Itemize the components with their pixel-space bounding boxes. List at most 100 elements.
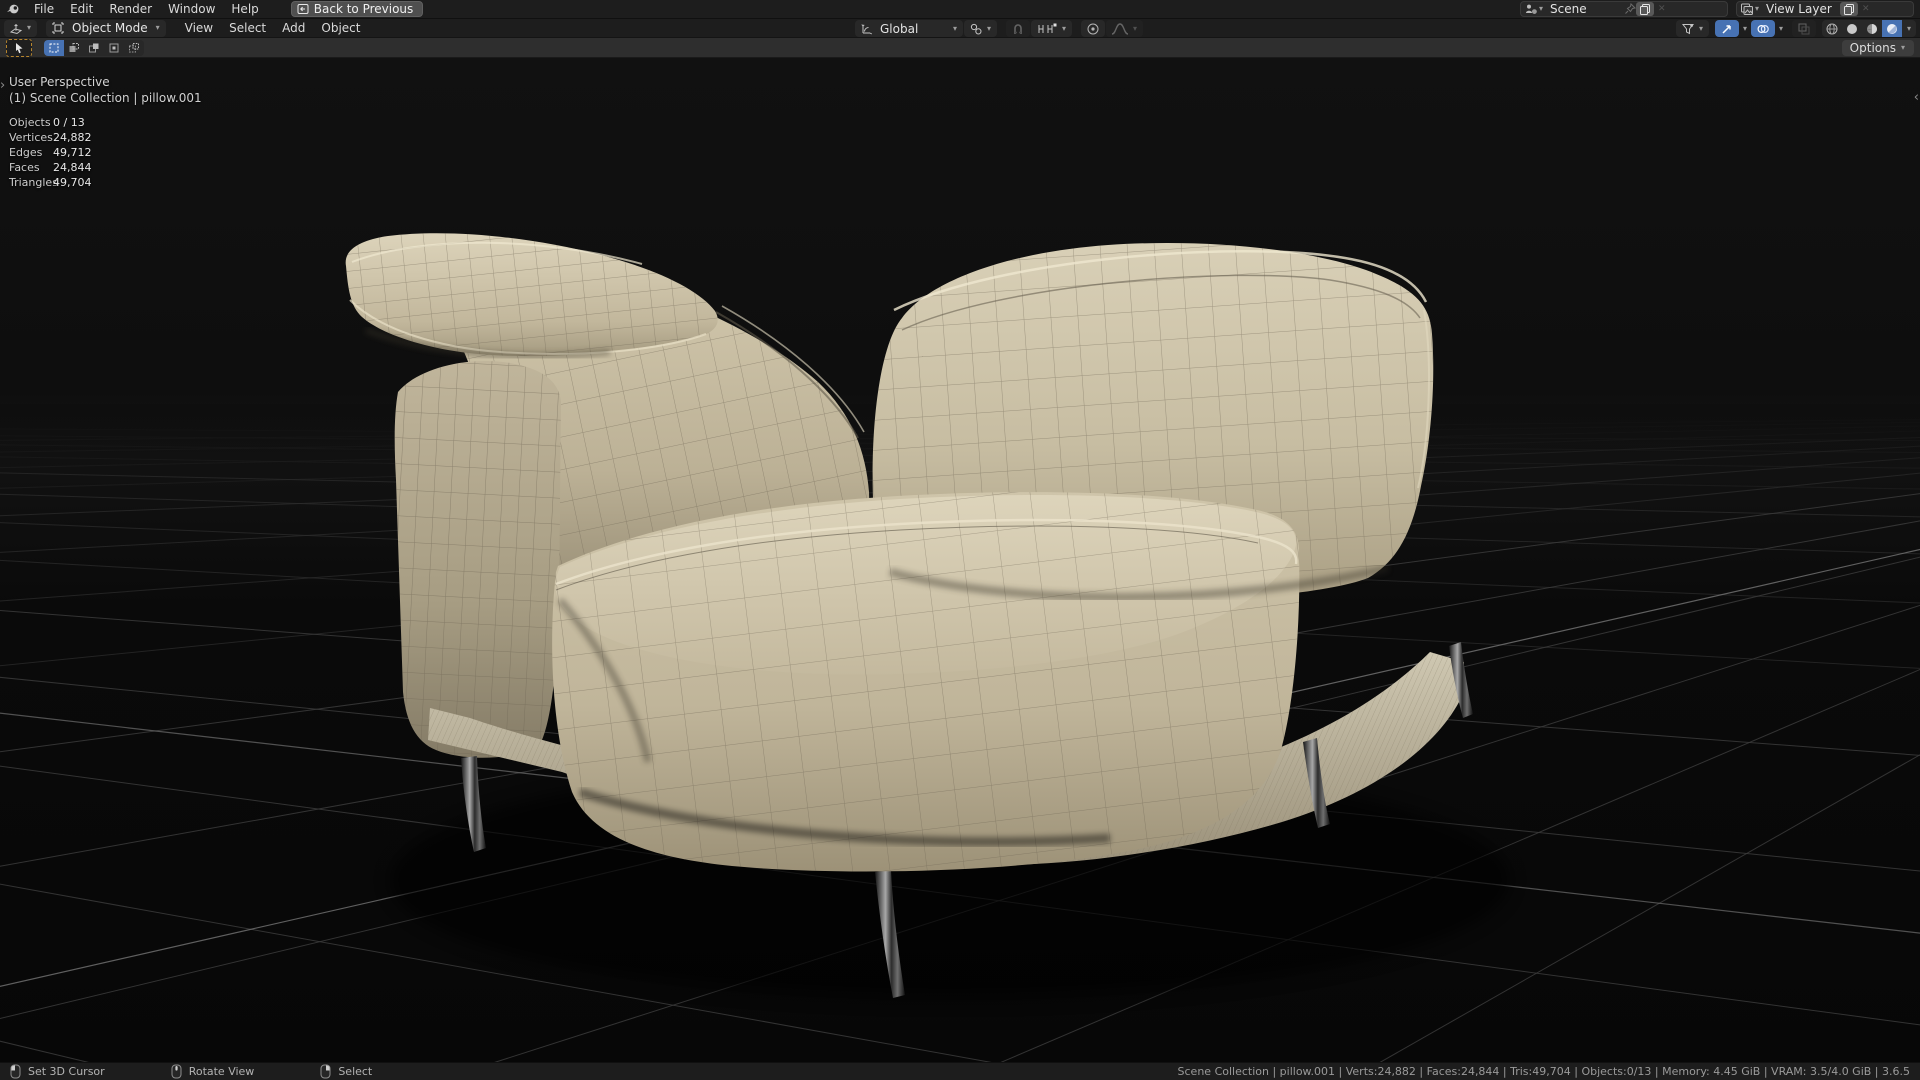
select-extend-button[interactable] (64, 40, 84, 56)
shading-mode-group: ▾ (1822, 20, 1916, 37)
chevron-down-icon: ▾ (27, 23, 32, 32)
select-new-icon (49, 43, 59, 52)
select-intersect-button[interactable] (124, 40, 144, 56)
active-object-label: (1) Scene Collection | pillow.001 (9, 91, 202, 105)
stat-label: Objects (9, 116, 51, 129)
back-to-previous-button[interactable]: Back to Previous (290, 1, 424, 17)
falloff-curve-icon (1111, 22, 1129, 35)
new-view-layer-button[interactable] (1840, 2, 1859, 16)
scene-name: Scene (1550, 2, 1587, 16)
cursor-icon (16, 42, 23, 53)
transform-snap-cluster: Global ▾ ▾ ▾ ▾ (855, 20, 1144, 37)
back-button-label: Back to Previous (313, 2, 414, 16)
select-extend-icon (69, 42, 79, 52)
gizmo-arrow-icon (1722, 24, 1731, 34)
active-tool-tweak-button[interactable] (6, 38, 32, 57)
shading-rendered-button[interactable] (1882, 20, 1902, 37)
shading-material-button[interactable] (1862, 20, 1882, 37)
show-gizmo-toggle[interactable] (1714, 20, 1739, 37)
menu-view[interactable]: View (177, 20, 221, 36)
viewport-text-overlay: User Perspective (1) Scene Collection | … (9, 75, 202, 190)
stat-value: 49,712 (53, 146, 92, 159)
snap-increment-icon (1038, 23, 1057, 33)
menu-window[interactable]: Window (160, 1, 223, 17)
stat-label: Triangles (9, 176, 58, 189)
remove-view-layer-icon[interactable]: ✕ (1858, 4, 1874, 14)
pivot-point-selector[interactable]: ▾ (964, 20, 998, 37)
shading-solid-button[interactable] (1842, 20, 1862, 37)
visibility-funnel-icon (1681, 23, 1694, 34)
menu-render[interactable]: Render (101, 1, 160, 17)
object-mode-icon (52, 22, 64, 34)
select-set-button[interactable] (44, 39, 64, 56)
mmb-icon (171, 1064, 182, 1079)
snap-target-selector[interactable]: ▾ (1031, 20, 1073, 37)
xray-toggle[interactable] (1792, 20, 1816, 37)
transform-orientation-selector[interactable]: Global ▾ (855, 20, 963, 37)
viewport-scene (0, 58, 1920, 1062)
orientation-value: Global (880, 21, 919, 36)
unlink-scene-icon[interactable]: ✕ (1654, 4, 1670, 14)
menu-help[interactable]: Help (223, 1, 266, 17)
view-layer-name: View Layer (1766, 2, 1832, 16)
mode-selector[interactable]: Object Mode ▾ (46, 19, 166, 37)
chevron-down-icon: ▾ (987, 23, 992, 33)
toolbar-expand-arrow[interactable]: › (0, 78, 5, 93)
proportional-editing-toggle[interactable] (1081, 20, 1106, 37)
wireframe-sphere-icon (1826, 23, 1838, 34)
chevron-down-icon: ▾ (155, 23, 160, 32)
new-scene-button[interactable] (1636, 2, 1655, 16)
scene-selector[interactable]: ▾ Scene ✕ (1520, 1, 1728, 17)
stat-label: Edges (9, 146, 43, 159)
menu-file[interactable]: File (26, 1, 62, 17)
select-subtract-icon (89, 43, 99, 52)
overlays-dropdown[interactable]: ▾ (1776, 20, 1786, 37)
menu-edit[interactable]: Edit (62, 1, 101, 17)
tool-settings-header: Options ▾ (0, 38, 1920, 58)
sidebar-expand-arrow[interactable]: ‹ (1914, 90, 1919, 105)
editor-type-button[interactable]: ▾ (4, 19, 38, 37)
blender-logo-icon[interactable] (6, 2, 20, 16)
view-perspective-label: User Perspective (9, 75, 110, 89)
menu-object[interactable]: Object (313, 20, 368, 36)
pin-icon[interactable] (1624, 3, 1637, 15)
stat-value: 24,882 (53, 131, 92, 144)
hint-set-3d-cursor: Set 3D Cursor (10, 1064, 105, 1079)
topbar: File Edit Render Window Help Back to Pre… (0, 0, 1920, 19)
viewport-header: ▾ Object Mode ▾ View Select Add Object G… (0, 19, 1920, 38)
select-invert-button[interactable] (104, 40, 124, 56)
solid-sphere-icon (1847, 23, 1857, 34)
3d-viewport[interactable]: User Perspective (1) Scene Collection | … (0, 58, 1920, 1062)
stat-value: 0 / 13 (53, 116, 85, 129)
chevron-down-icon: ▾ (1900, 42, 1905, 52)
menu-add[interactable]: Add (274, 20, 313, 36)
options-button[interactable]: Options ▾ (1841, 39, 1914, 56)
status-bar: Set 3D Cursor Rotate View Select Scene C… (0, 1062, 1920, 1080)
proportional-falloff-selector[interactable]: ▾ (1106, 20, 1144, 37)
gizmo-dropdown[interactable]: ▾ (1740, 20, 1750, 37)
scene-statistics: Objects 0 / 13 Vertices 24,882 Edges 49,712… (9, 115, 202, 190)
shading-wireframe-button[interactable] (1822, 20, 1842, 37)
rmb-icon (320, 1064, 331, 1079)
stat-label: Faces (9, 161, 40, 174)
3d-viewport-icon (9, 24, 23, 35)
orientation-global-icon (861, 23, 873, 34)
shading-dropdown[interactable]: ▾ (1902, 20, 1916, 37)
select-subtract-button[interactable] (84, 40, 104, 56)
rendered-sphere-icon (1887, 23, 1897, 34)
overlays-icon (1757, 24, 1769, 33)
mode-value: Object Mode (72, 21, 148, 35)
chevron-down-icon: ▾ (1062, 23, 1067, 33)
xray-icon (1798, 23, 1810, 34)
menu-select[interactable]: Select (221, 20, 274, 36)
view-layer-selector[interactable]: ▾ View Layer ✕ (1736, 1, 1914, 17)
show-overlays-toggle[interactable] (1750, 20, 1775, 37)
blender-window: File Edit Render Window Help Back to Pre… (0, 0, 1920, 1080)
object-visibility-selector[interactable]: ▾ (1675, 20, 1709, 37)
material-sphere-icon (1867, 23, 1877, 34)
scene-icon (1524, 2, 1538, 16)
stat-value: 24,844 (53, 161, 92, 174)
select-mode-group (44, 39, 144, 56)
select-invert-icon (109, 43, 119, 52)
snap-toggle-button[interactable] (1006, 20, 1031, 37)
